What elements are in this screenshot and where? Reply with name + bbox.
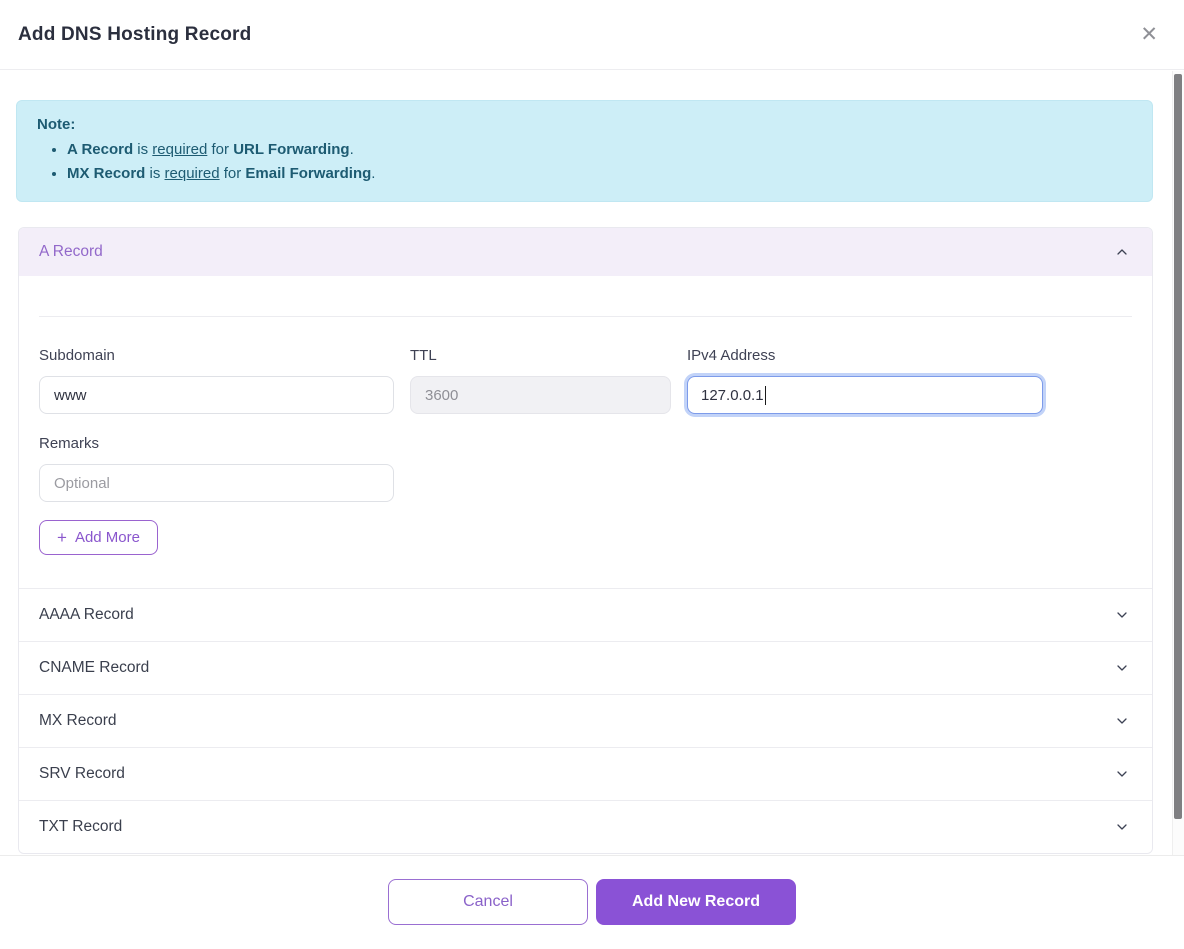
add-more-button[interactable]: + Add More <box>39 520 158 555</box>
note-box: Note: A Record is required for URL Forwa… <box>16 100 1153 202</box>
record-accordion: A Record Subdomain TTL IPv4 Address <box>18 227 1153 854</box>
ttl-input <box>410 376 671 414</box>
accordion-header-srv-record[interactable]: SRV Record <box>19 747 1152 800</box>
add-new-record-button[interactable]: Add New Record <box>596 879 796 925</box>
a-record-fields-row: Subdomain TTL IPv4 Address 127.0.0.1 <box>39 347 1132 414</box>
note-item-mx-record: MX Record is required for Email Forwardi… <box>67 162 1132 186</box>
scrollbar-thumb[interactable] <box>1174 74 1182 819</box>
remarks-field-group: Remarks <box>39 435 394 502</box>
modal-title: Add DNS Hosting Record <box>18 24 1134 46</box>
accordion-header-mx-record[interactable]: MX Record <box>19 694 1152 747</box>
add-dns-record-modal: Add DNS Hosting Record ✕ Note: A Record … <box>0 0 1184 949</box>
add-more-label: Add More <box>75 529 140 546</box>
accordion-label: SRV Record <box>39 765 125 783</box>
ipv4-input[interactable]: 127.0.0.1 <box>687 376 1043 414</box>
chevron-down-icon <box>1114 766 1130 782</box>
accordion-header-a-record[interactable]: A Record <box>19 228 1152 276</box>
cancel-button[interactable]: Cancel <box>388 879 588 925</box>
accordion-header-aaaa-record[interactable]: AAAA Record <box>19 588 1152 641</box>
accordion-label: TXT Record <box>39 818 122 836</box>
chevron-down-icon <box>1114 660 1130 676</box>
remarks-input[interactable] <box>39 464 394 502</box>
note-list: A Record is required for URL Forwarding.… <box>37 138 1132 186</box>
subdomain-field-group: Subdomain <box>39 347 394 414</box>
subdomain-label: Subdomain <box>39 347 394 364</box>
ipv4-field-group: IPv4 Address 127.0.0.1 <box>687 347 1043 414</box>
scrollbar-track[interactable] <box>1172 71 1184 855</box>
chevron-down-icon <box>1114 819 1130 835</box>
chevron-down-icon <box>1114 607 1130 623</box>
ipv4-value: 127.0.0.1 <box>701 387 764 404</box>
modal-header: Add DNS Hosting Record ✕ <box>0 0 1184 70</box>
modal-footer: Cancel Add New Record <box>0 855 1184 949</box>
text-cursor <box>765 386 767 405</box>
accordion-label: MX Record <box>39 712 117 730</box>
ipv4-label: IPv4 Address <box>687 347 1043 364</box>
panel-divider <box>39 316 1132 317</box>
accordion-header-txt-record[interactable]: TXT Record <box>19 800 1152 853</box>
ttl-label: TTL <box>410 347 671 364</box>
close-icon[interactable]: ✕ <box>1134 20 1164 49</box>
accordion-label: CNAME Record <box>39 659 149 677</box>
accordion-header-cname-record[interactable]: CNAME Record <box>19 641 1152 694</box>
note-heading: Note: <box>37 114 1132 136</box>
ttl-field-group: TTL <box>410 347 671 414</box>
accordion-label: A Record <box>39 243 103 261</box>
remarks-label: Remarks <box>39 435 394 452</box>
modal-body: Note: A Record is required for URL Forwa… <box>0 70 1184 855</box>
note-item-a-record: A Record is required for URL Forwarding. <box>67 138 1132 162</box>
a-record-panel: Subdomain TTL IPv4 Address 127.0.0.1 <box>19 316 1152 588</box>
chevron-up-icon <box>1114 244 1130 260</box>
accordion-label: AAAA Record <box>39 606 134 624</box>
subdomain-input[interactable] <box>39 376 394 414</box>
plus-icon: + <box>57 529 67 546</box>
chevron-down-icon <box>1114 713 1130 729</box>
